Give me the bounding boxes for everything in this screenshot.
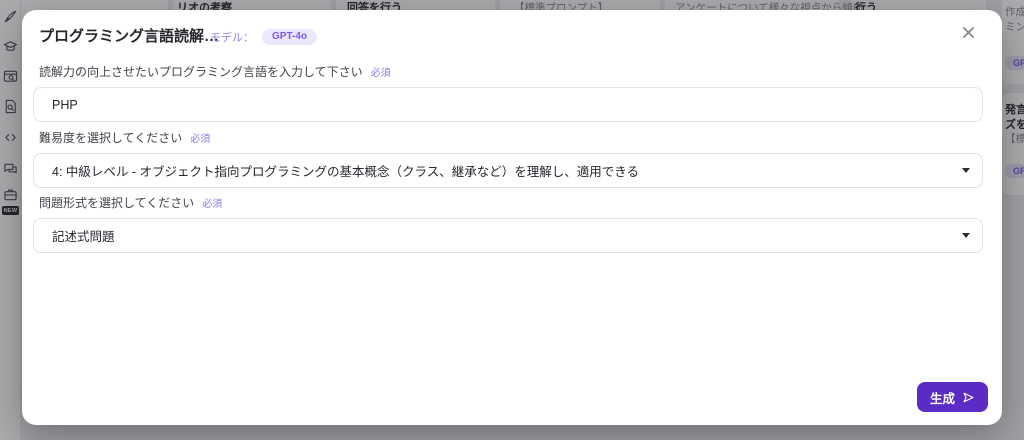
close-button[interactable]	[959, 23, 977, 41]
required-badge: 必須	[371, 68, 391, 79]
chevron-down-icon	[962, 233, 970, 238]
screen: リオの考察 回答を行う 【標準プロンプト】 アンケートについて様々な視点から傾向…	[0, 0, 1024, 440]
field-label: 問題形式を選択してください必須	[39, 194, 983, 211]
generate-button-label: 生成	[930, 388, 955, 407]
field-label-text: 問題形式を選択してください	[39, 196, 194, 210]
close-icon	[961, 25, 976, 40]
language-input[interactable]	[33, 87, 983, 122]
model-badge: GPT-4o	[262, 29, 317, 45]
field-group-language: 読解力の向上させたいプログラミング言語を入力して下さい必須	[33, 63, 983, 122]
question-format-select-value: 記述式問題	[52, 226, 954, 245]
required-badge: 必須	[190, 134, 210, 145]
generate-button[interactable]: 生成	[917, 382, 988, 412]
required-badge: 必須	[202, 199, 222, 210]
difficulty-select[interactable]: 4: 中級レベル - オブジェクト指向プログラミングの基本概念（クラス、継承など…	[33, 153, 983, 188]
model-label: モデル：	[210, 29, 254, 45]
model-row: モデル： GPT-4o	[210, 29, 317, 45]
difficulty-select-value: 4: 中級レベル - オブジェクト指向プログラミングの基本概念（クラス、継承など…	[52, 161, 954, 180]
send-icon	[962, 391, 975, 404]
field-label-text: 読解力の向上させたいプログラミング言語を入力して下さい	[39, 65, 363, 79]
modal-dialog: プログラミング言語読解… モデル： GPT-4o 読解力の向上させたいプログラミ…	[22, 10, 1002, 425]
modal-title: プログラミング言語読解…	[39, 25, 219, 46]
field-group-question-format: 問題形式を選択してください必須 記述式問題	[33, 194, 983, 253]
chevron-down-icon	[962, 168, 970, 173]
question-format-select[interactable]: 記述式問題	[33, 218, 983, 253]
field-label: 読解力の向上させたいプログラミング言語を入力して下さい必須	[39, 63, 983, 80]
field-group-difficulty: 難易度を選択してください必須 4: 中級レベル - オブジェクト指向プログラミン…	[33, 129, 983, 188]
field-label-text: 難易度を選択してください	[39, 131, 182, 145]
field-label: 難易度を選択してください必須	[39, 129, 983, 146]
